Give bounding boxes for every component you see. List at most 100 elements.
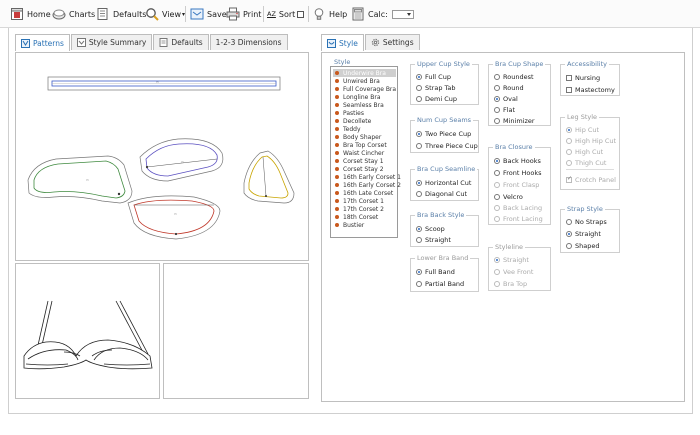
list-item[interactable]: Decollete (333, 117, 396, 125)
style-list[interactable]: Underwire Bra Unwired Bra Full Coverage … (330, 66, 401, 238)
checkbox[interactable] (566, 75, 572, 81)
list-item[interactable]: Bustier (333, 221, 396, 229)
radio-button[interactable] (416, 131, 422, 137)
home-button[interactable]: Home (10, 6, 51, 22)
bra-preview-panel[interactable] (15, 263, 160, 399)
tab-settings[interactable]: Settings (364, 34, 420, 50)
radio-button[interactable] (416, 96, 422, 102)
view-button[interactable]: View ▾ (145, 6, 185, 22)
print-label: Print (243, 9, 262, 19)
radio-button (494, 216, 500, 222)
group-title: Leg Style (565, 113, 600, 121)
list-item[interactable]: Full Coverage Bra (333, 85, 396, 93)
list-item[interactable]: 16th Late Corset (333, 189, 396, 197)
radio-option[interactable]: Three Piece Cup (416, 142, 478, 150)
checkbox-option[interactable]: Mastectomy (566, 86, 615, 94)
radio-option[interactable]: No Straps (566, 218, 607, 226)
radio-button[interactable] (494, 74, 500, 80)
radio-button[interactable] (566, 231, 572, 237)
radio-option[interactable]: Full Band (416, 268, 455, 276)
radio-button[interactable] (494, 85, 500, 91)
radio-option[interactable]: Straight (566, 230, 601, 238)
radio-option[interactable]: Roundest (494, 73, 534, 81)
radio-button[interactable] (566, 243, 572, 249)
print-button[interactable]: Print (226, 6, 261, 22)
calc-select[interactable] (391, 9, 414, 19)
radio-button[interactable] (416, 269, 422, 275)
leg-style-group: Leg Style Hip Cut High Hip Cut High Cut … (560, 113, 620, 190)
radio-button[interactable] (416, 74, 422, 80)
list-item[interactable]: Corset Stay 2 (333, 165, 396, 173)
radio-option[interactable]: Velcro (494, 193, 523, 201)
list-item[interactable]: 18th Corset (333, 213, 396, 221)
radio-option[interactable]: Diagonal Cut (416, 190, 467, 198)
radio-option[interactable]: Back Hooks (494, 157, 541, 165)
radio-option[interactable]: Strap Tab (416, 84, 456, 92)
radio-option[interactable]: Scoop (416, 225, 445, 233)
radio-button[interactable] (494, 170, 500, 176)
list-item[interactable]: Longline Bra (333, 93, 396, 101)
list-item[interactable]: Corset Stay 1 (333, 157, 396, 165)
radio-button[interactable] (566, 219, 572, 225)
radio-option[interactable]: Flat (494, 106, 515, 114)
list-item[interactable]: 16th Early Corset 1 (333, 173, 401, 181)
radio-option[interactable]: Shaped (566, 242, 599, 250)
radio-option[interactable]: Horizontal Cut (416, 179, 471, 187)
list-item[interactable]: Seamless Bra (333, 101, 396, 109)
list-item[interactable]: Underwire Bra (333, 69, 396, 77)
list-item[interactable]: 17th Corset 2 (333, 205, 396, 213)
radio-option[interactable]: Front Hooks (494, 169, 542, 177)
style-options-panel: Style Underwire Bra Unwired Bra Full Cov… (321, 52, 685, 402)
radio-option[interactable]: Partial Band (416, 280, 464, 288)
pattern-canvas[interactable]: ▭ ▭ ▭ ▭ (15, 52, 309, 261)
radio-button[interactable] (416, 226, 422, 232)
radio-option[interactable]: Two Piece Cup (416, 130, 471, 138)
radio-button[interactable] (416, 237, 422, 243)
radio-button[interactable] (416, 85, 422, 91)
save-label: Save (207, 9, 227, 19)
bullet-icon (335, 95, 339, 99)
checkbox[interactable] (566, 87, 572, 93)
list-item[interactable]: Waist Cincher (333, 149, 396, 157)
radio-option[interactable]: Demi Cup (416, 95, 457, 103)
save-button[interactable]: Save (190, 6, 227, 22)
list-item[interactable]: Pasties (333, 109, 396, 117)
radio-option[interactable]: Straight (416, 236, 451, 244)
sort-button[interactable]: AZ Sort (267, 6, 305, 22)
radio-button[interactable] (494, 158, 500, 164)
radio-button[interactable] (494, 118, 500, 124)
tab-style-summary[interactable]: Style Summary (70, 34, 153, 50)
help-button[interactable]: Help (312, 6, 347, 22)
list-item[interactable]: 17th Corset 1 (333, 197, 396, 205)
tab-defaults[interactable]: Defaults (153, 34, 209, 50)
list-item[interactable]: 16th Early Corset 2 (333, 181, 401, 189)
charts-button[interactable]: Charts (52, 6, 95, 22)
list-item[interactable]: Bra Top Corset (333, 141, 396, 149)
tab-style[interactable]: Style (321, 34, 364, 51)
radio-option[interactable]: Full Cup (416, 73, 451, 81)
radio-button[interactable] (494, 194, 500, 200)
defaults-button[interactable]: Defaults (96, 6, 146, 22)
list-item[interactable]: Body Shaper (333, 133, 396, 141)
radio-button[interactable] (416, 191, 422, 197)
tab-dimensions[interactable]: 1-2-3 Dimensions (209, 34, 288, 50)
radio-option[interactable]: Oval (494, 95, 518, 103)
bra-cup-seamline-group: Bra Cup Seamline Horizontal Cut Diagonal… (410, 165, 479, 201)
list-item[interactable]: Teddy (333, 125, 396, 133)
list-item[interactable]: Unwired Bra (333, 77, 396, 85)
radio-button[interactable] (416, 143, 422, 149)
radio-option: Bra Top (494, 280, 527, 288)
radio-button[interactable] (494, 107, 500, 113)
secondary-preview-panel[interactable] (163, 263, 309, 399)
checkbox-option[interactable]: Nursing (566, 74, 600, 82)
tab-patterns[interactable]: Patterns (15, 34, 70, 51)
radio-button[interactable] (494, 96, 500, 102)
bullet-icon (335, 87, 339, 91)
charts-label: Charts (69, 9, 96, 19)
radio-option[interactable]: Round (494, 84, 524, 92)
radio-button[interactable] (416, 180, 422, 186)
radio-button[interactable] (416, 281, 422, 287)
radio-option[interactable]: Minimizer (494, 117, 535, 125)
bullet-icon (335, 199, 339, 203)
sort-checkbox[interactable] (297, 10, 305, 18)
